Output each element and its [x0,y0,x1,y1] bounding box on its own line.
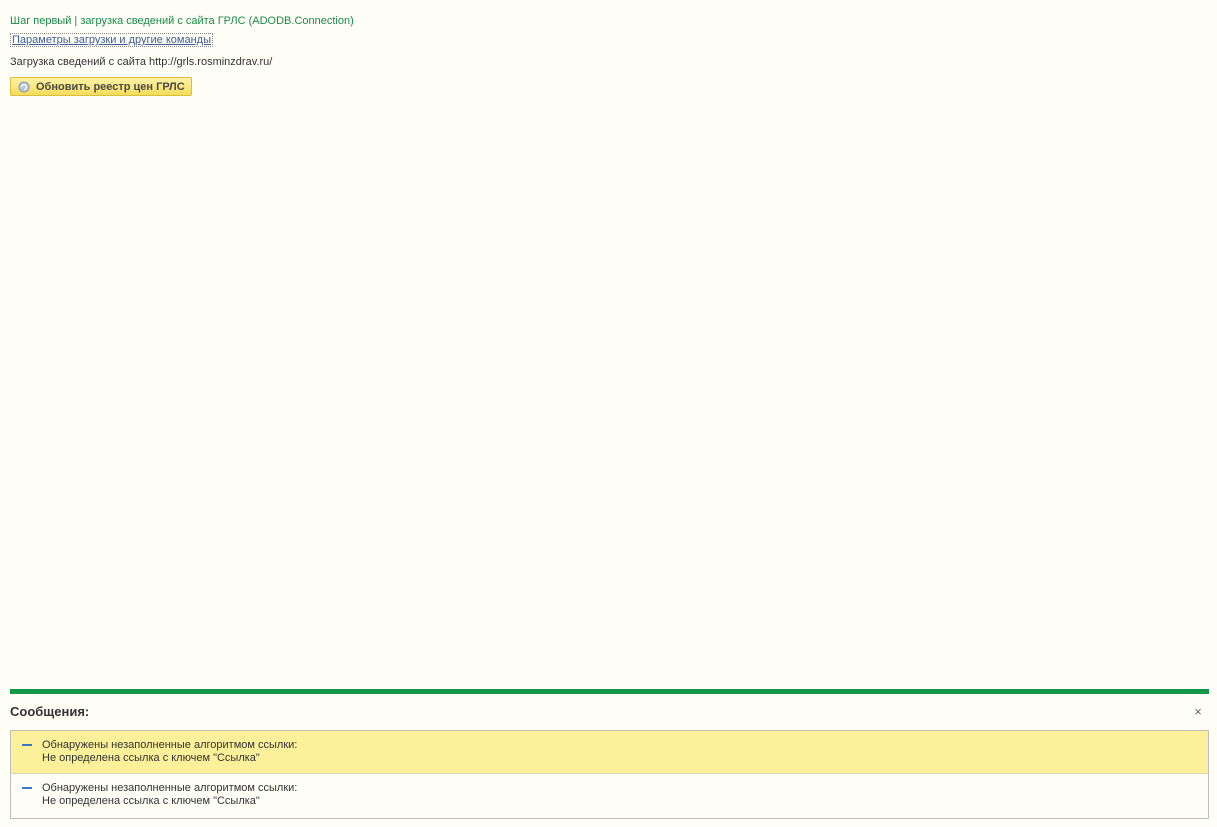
messages-divider [10,689,1209,694]
message-line: Не определена ссылка с ключем "Ссылка" [42,752,260,764]
load-info-label: Загрузка сведений с сайта http://grls.ro… [10,56,273,68]
update-grls-button[interactable]: Обновить реестр цен ГРЛС [10,77,192,96]
step-title: Шаг первый | загрузка сведений с сайта Г… [10,15,354,27]
message-line: Не определена ссылка с ключем "Ссылка" [42,795,260,807]
messages-list: Обнаружены незаполненные алгоритмом ссыл… [10,730,1209,819]
close-icon[interactable]: × [1191,705,1205,719]
message-item[interactable]: Обнаружены незаполненные алгоритмом ссыл… [11,774,1208,817]
dash-icon [22,744,32,746]
dash-icon [22,787,32,789]
update-grls-button-label: Обновить реестр цен ГРЛС [36,80,185,93]
messages-title: Сообщения: [10,704,90,719]
refresh-icon [18,81,30,93]
params-link[interactable]: Параметры загрузки и другие команды [10,33,213,47]
message-line: Обнаружены незаполненные алгоритмом ссыл… [42,782,298,794]
message-item[interactable]: Обнаружены незаполненные алгоритмом ссыл… [11,731,1208,774]
form-page: Шаг первый | загрузка сведений с сайта Г… [0,0,1217,827]
message-line: Обнаружены незаполненные алгоритмом ссыл… [42,739,298,751]
